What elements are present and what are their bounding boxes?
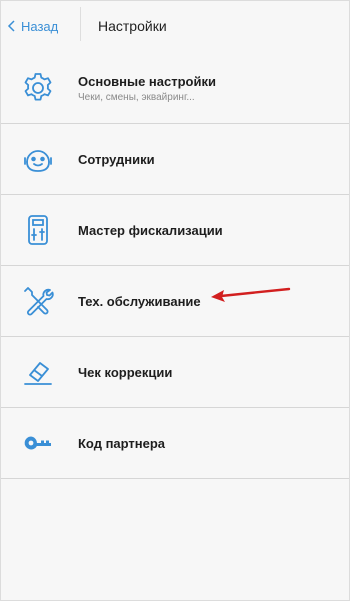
menu-item-fiscal-wizard[interactable]: Мастер фискализации: [1, 195, 349, 266]
menu-item-title: Мастер фискализации: [78, 222, 223, 238]
gear-icon: [24, 73, 52, 101]
annotation-arrow: [211, 287, 291, 302]
menu-item-title: Код партнера: [78, 435, 166, 451]
employee-face-icon: [24, 150, 52, 172]
header-divider: [80, 7, 81, 41]
menu-item-title: Тех. обслуживание: [78, 293, 201, 309]
app-frame: Назад Настройки Основные настройки Чеки,…: [0, 0, 350, 601]
menu-item-subtitle: Чеки, смены, эквайринг...: [78, 91, 195, 103]
key-icon: [24, 436, 51, 450]
menu-item-correction-receipt[interactable]: Чек коррекции: [1, 337, 349, 408]
settings-menu: Основные настройки Чеки, смены, эквайрин…: [1, 53, 349, 479]
menu-item-title: Чек коррекции: [78, 364, 173, 380]
menu-item-employees[interactable]: Сотрудники: [1, 124, 349, 195]
menu-item-partner-code[interactable]: Код партнера: [1, 408, 349, 479]
menu-item-general-settings[interactable]: Основные настройки Чеки, смены, эквайрин…: [1, 53, 349, 124]
eraser-icon: [24, 362, 52, 385]
tools-icon: [24, 287, 54, 316]
menu-item-title: Основные настройки: [78, 73, 216, 89]
page-title: Настройки: [98, 18, 167, 34]
chevron-left-icon: [7, 20, 15, 32]
menu-item-title: Сотрудники: [78, 151, 155, 167]
back-button[interactable]: Назад: [7, 15, 58, 37]
fiscal-device-icon: [28, 215, 48, 245]
header: Назад Настройки: [1, 1, 349, 53]
back-label: Назад: [21, 18, 59, 34]
menu-item-maintenance[interactable]: Тех. обслуживание: [1, 266, 349, 337]
